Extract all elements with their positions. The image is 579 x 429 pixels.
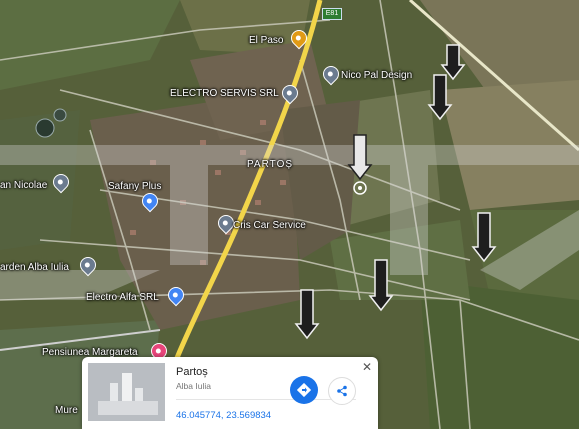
divider (176, 399, 356, 400)
place-label-mures: Mure (55, 405, 78, 416)
place-label-nico-pal[interactable]: Nico Pal Design (341, 70, 412, 81)
place-subtitle: Alba Iulia (176, 381, 211, 391)
place-thumbnail[interactable] (88, 363, 165, 421)
place-info-card[interactable]: Partoș Alba Iulia 46.045774, 23.569834 ✕ (82, 357, 378, 429)
road-shield: E81 (322, 8, 342, 20)
place-label-garden[interactable]: arden Alba Iulia (0, 262, 69, 273)
place-label-electro-alfa[interactable]: Electro Alfa SRL (86, 292, 159, 303)
close-icon[interactable]: ✕ (362, 360, 372, 374)
place-label-cris-car[interactable]: Cris Car Service (233, 220, 306, 231)
building-icon (88, 363, 165, 421)
directions-icon (297, 383, 311, 397)
place-label-nicolae[interactable]: an Nicolae (0, 180, 47, 191)
place-label-electro-servis[interactable]: ELECTRO SERVIS SRL (170, 88, 279, 99)
place-label-el-paso[interactable]: El Paso (249, 35, 283, 46)
area-label: PARTOȘ (247, 159, 294, 170)
place-title: Partoș (176, 366, 208, 378)
directions-button[interactable] (290, 376, 318, 404)
share-icon (337, 385, 347, 397)
place-coordinates[interactable]: 46.045774, 23.569834 (176, 410, 271, 421)
share-button[interactable] (328, 377, 356, 405)
place-label-safany[interactable]: Safany Plus (108, 181, 161, 192)
